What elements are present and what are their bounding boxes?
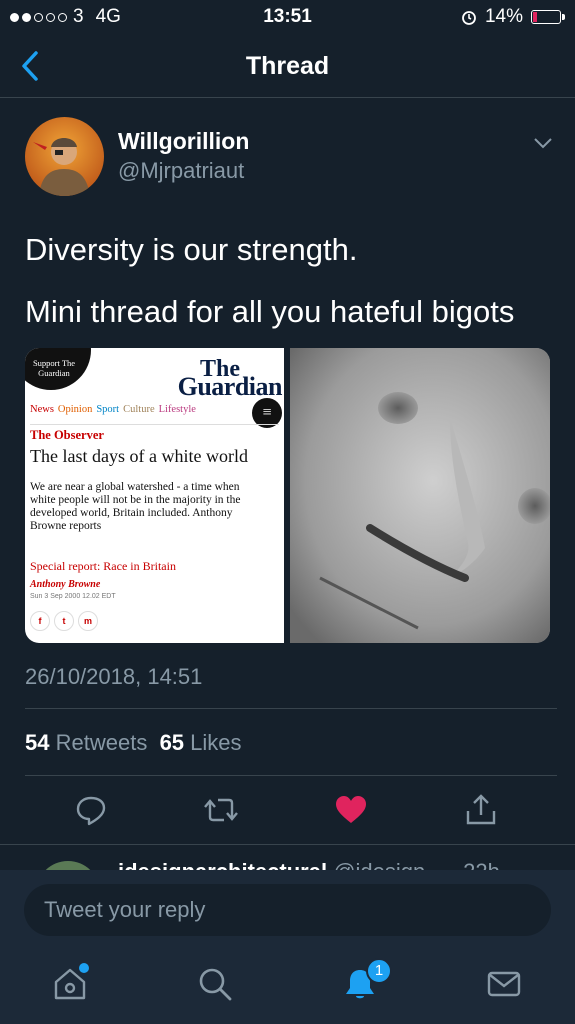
heart-icon[interactable] [334, 793, 368, 827]
divider [25, 775, 557, 776]
battery-icon [531, 10, 565, 24]
user-handle[interactable]: @Mjrpatriaut [118, 158, 244, 184]
email-icon: m [78, 611, 98, 631]
nav-lifestyle: Lifestyle [158, 404, 196, 415]
retweet-count[interactable]: 54 [25, 730, 49, 755]
reply-preview[interactable]: idesignarchitectural @idesign... · 22h [0, 845, 575, 870]
avatar[interactable] [25, 117, 104, 196]
support-label: Support The Guardian [32, 358, 76, 378]
divider [25, 708, 557, 709]
notifications-badge: 1 [366, 958, 392, 984]
tweet-timestamp: 26/10/2018, 14:51 [25, 664, 203, 689]
reply-input[interactable]: Tweet your reply [24, 884, 551, 936]
avatar-image [25, 117, 104, 196]
guardian-article-screenshot[interactable]: Support The Guardian The Guardian News O… [25, 348, 284, 643]
reply-and-tab-bar: Tweet your reply [0, 870, 575, 1024]
reply-handle: @idesign... [333, 859, 443, 870]
special-report-link: Special report: Race in Britain [30, 559, 176, 573]
chevron-down-icon[interactable] [533, 136, 553, 150]
likes-label[interactable]: Likes [190, 730, 241, 755]
display-name[interactable]: Willgorillion [118, 128, 249, 155]
face-image [290, 348, 550, 643]
status-right: 14% [461, 6, 565, 28]
nav-culture: Culture [123, 404, 155, 415]
nav-news: News [30, 404, 54, 415]
reply-avatar[interactable] [36, 861, 100, 870]
search-icon[interactable] [197, 966, 233, 1002]
tweet-text-line-2: Mini thread for all you hateful bigots [25, 294, 515, 329]
divider [30, 424, 279, 425]
status-bar: 3 4G 13:51 14% [0, 0, 575, 34]
article-standfirst: We are near a global watershed - a time … [30, 481, 241, 532]
support-badge: Support The Guardian [25, 348, 91, 390]
tweet-text-line-1: Diversity is our strength. [25, 232, 358, 267]
tweet-stats: 54 Retweets 65 Likes [25, 730, 242, 756]
nav-opinion: Opinion [57, 404, 93, 415]
like-count[interactable]: 65 [160, 730, 184, 755]
battery-percent: 14% [484, 6, 523, 27]
face-meme-image[interactable] [290, 348, 550, 643]
reply-header: idesignarchitectural @idesign... · 22h [118, 859, 500, 870]
article-section: The Observer [30, 428, 104, 442]
article-date: Sun 3 Sep 2000 12.02 EDT [30, 593, 116, 600]
facebook-icon: f [30, 611, 50, 631]
messages-icon[interactable] [486, 966, 522, 1002]
share-icon[interactable] [464, 793, 498, 827]
reply-time: · 22h [450, 859, 500, 870]
reply-name: idesignarchitectural [118, 859, 327, 870]
navigation-bar: Thread [0, 34, 575, 98]
reply-icon[interactable] [74, 793, 108, 827]
home-new-indicator [79, 963, 89, 973]
guardian-nav: News Opinion Sport Culture Lifestyle [30, 404, 196, 415]
alarm-icon [462, 11, 476, 25]
retweet-icon[interactable] [204, 793, 238, 827]
article-author: Anthony Browne [30, 579, 101, 590]
tweet-media: Support The Guardian The Guardian News O… [25, 348, 550, 643]
share-buttons: f t m [30, 611, 98, 631]
page-title: Thread [245, 52, 330, 80]
nav-sport: Sport [96, 404, 120, 415]
article-headline: The last days of a white world [30, 446, 248, 466]
retweets-label[interactable]: Retweets [56, 730, 148, 755]
twitter-icon: t [54, 611, 74, 631]
